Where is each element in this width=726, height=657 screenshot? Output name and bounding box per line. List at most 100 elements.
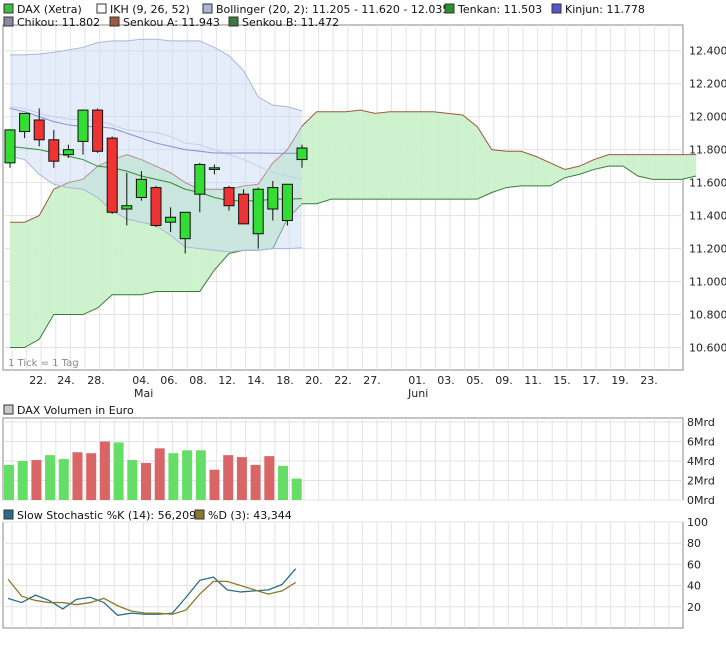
month-label: Mai: [134, 387, 153, 400]
price-y-tick-label: 11.600: [689, 177, 726, 190]
cloud-segment: [491, 149, 507, 193]
x-tick-label: 08.: [189, 374, 207, 387]
volume-y-tick-label: 0Mrd: [687, 494, 715, 507]
cloud-segment: [667, 154, 682, 180]
price-y-tick-label: 11.000: [689, 276, 726, 289]
stochastic-panel: 100 80 60 40 20 Slow Stochastic %K (14): 56,2…: [2, 509, 708, 629]
candle-body: [33, 119, 45, 141]
volume-bar: [154, 448, 165, 500]
volume-bar: [291, 478, 302, 500]
cloud-segment: [389, 111, 405, 200]
x-tick-label: 03.: [437, 374, 455, 387]
legend-label: DAX (Xetra): [17, 3, 82, 16]
cloud-segment: [608, 154, 624, 167]
candle-body: [48, 139, 60, 162]
cloud-segment: [448, 113, 463, 200]
legend-swatch: [202, 3, 213, 14]
dax-chart: 12.400 12.200 12.000 11.800 11.600 11.400 11.2…: [0, 0, 726, 652]
candle-body: [150, 187, 162, 227]
cloud-segment: [433, 111, 448, 200]
volume-bar: [127, 460, 138, 500]
volume-bar: [113, 442, 124, 500]
legend-label: Bollinger (20, 2): 11.205 - 11.620 - 12.…: [216, 3, 449, 16]
candle-body: [77, 109, 89, 142]
x-tick-label: 09.: [495, 374, 513, 387]
volume-bar: [278, 465, 288, 500]
volume-bar: [250, 464, 261, 500]
stochastic-legend-swatch: [194, 509, 205, 520]
candle-body: [238, 193, 250, 225]
volume-bar: [31, 460, 42, 500]
stochastic-legend-swatch: [3, 509, 14, 520]
x-tick-label: 18.: [276, 374, 294, 387]
cloud-segment: [418, 111, 434, 200]
volume-bar: [223, 455, 234, 500]
candle-body: [121, 205, 133, 210]
legend-label: Chikou: 11.802: [17, 16, 100, 29]
stochastic-y-tick-label: 60: [687, 558, 701, 571]
stochastic-y-tick-label: 80: [687, 537, 701, 550]
cloud-segment: [375, 111, 390, 200]
volume-bar: [264, 456, 275, 500]
x-tick-label: 17.: [582, 374, 600, 387]
volume-bar: [99, 441, 110, 500]
legend-label: IKH (9, 26, 52): [110, 3, 190, 16]
candle-body: [106, 137, 118, 213]
cloud-segment: [53, 182, 69, 315]
x-tick-label: 22.: [334, 374, 352, 387]
legend-label: Senkou B: 11.472: [242, 16, 339, 29]
cloud-segment: [360, 110, 375, 200]
cloud-segment: [404, 111, 419, 200]
legend-swatch: [109, 16, 120, 27]
candle-body: [208, 167, 220, 170]
candle-body: [165, 216, 177, 223]
cloud-segment: [506, 151, 521, 188]
x-tick-label: 24.: [57, 374, 75, 387]
price-y-tick-label: 10.800: [689, 309, 726, 322]
volume-bar: [4, 464, 14, 500]
volume-bar: [58, 459, 69, 500]
price-y-tick-label: 12.400: [689, 45, 726, 58]
volume-bar: [236, 457, 247, 500]
cloud-segment: [462, 115, 478, 200]
x-tick-label: 12.: [218, 374, 236, 387]
legend-label: Tenkan: 11.503: [457, 3, 542, 16]
stochastic-y-tick-label: 100: [687, 516, 708, 529]
legend-swatch: [551, 3, 562, 14]
volume-y-tick-label: 4Mrd: [687, 455, 715, 468]
volume-bar: [209, 469, 220, 500]
volume-bar: [72, 452, 83, 500]
x-tick-label: 11.: [524, 374, 542, 387]
candle-body: [19, 112, 31, 133]
cloud-segment: [68, 179, 83, 315]
price-y-tick-label: 11.200: [689, 243, 726, 256]
chart-canvas: 12.40012.20012.00011.80011.60011.40011.2…: [2, 3, 726, 629]
candle-body: [281, 183, 293, 222]
legend-swatch: [3, 16, 14, 27]
volume-y-tick-label: 2Mrd: [687, 475, 715, 488]
candle-body: [194, 163, 206, 195]
cloud-segment: [331, 111, 346, 200]
x-tick-label: 20.: [305, 374, 323, 387]
stochastic-legend-label: Slow Stochastic %K (14): 56,209: [17, 509, 196, 522]
x-tick-label: 23.: [640, 374, 658, 387]
stochastic-legend-label: %D (3): 43,344: [208, 509, 292, 522]
price-panel: 12.40012.20012.00011.80011.60011.40011.2…: [2, 3, 726, 400]
cloud-segment: [24, 215, 40, 348]
candle-body: [267, 187, 279, 210]
legend-swatch: [3, 3, 14, 14]
volume-bar: [182, 450, 193, 500]
legend-label: Senkou A: 11.943: [123, 16, 220, 29]
volume-bar: [45, 455, 56, 500]
candle-body: [135, 178, 147, 198]
candle-body: [252, 188, 264, 235]
legend-label: Kinjun: 11.778: [565, 3, 645, 16]
volume-legend-swatch: [3, 404, 14, 415]
cloud-segment: [316, 111, 332, 204]
candle-body: [4, 129, 16, 164]
cloud-segment: [345, 110, 361, 200]
x-tick-label: 15.: [553, 374, 571, 387]
month-label: Juni: [407, 387, 428, 400]
price-y-tick-label: 11.400: [689, 210, 726, 223]
volume-panel: 8Mrd 6Mrd 4Mrd 2Mrd 0Mrd DAX Volumen in Euro: [2, 404, 715, 507]
